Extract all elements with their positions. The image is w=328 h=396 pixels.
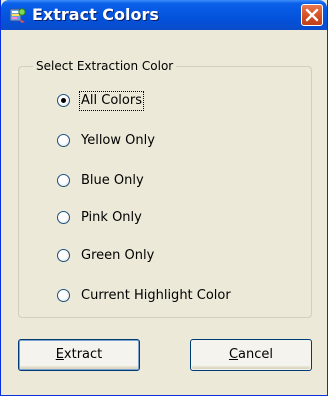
radio-button[interactable] — [57, 211, 70, 224]
radio-button[interactable] — [57, 289, 70, 302]
radio-button[interactable] — [57, 249, 70, 262]
radio-label[interactable]: All Colors — [79, 91, 144, 111]
dialog-window: Extract Colors Select Extraction Color A… — [0, 0, 328, 396]
extract-button[interactable]: Extract — [18, 339, 140, 371]
radio-button[interactable] — [57, 94, 70, 107]
group-legend: Select Extraction Color — [33, 59, 177, 73]
close-button[interactable] — [301, 4, 323, 26]
cancel-label: ancel — [238, 347, 274, 362]
radio-label[interactable]: Current Highlight Color — [80, 287, 232, 305]
radio-label[interactable]: Blue Only — [80, 172, 145, 190]
app-icon — [9, 8, 26, 23]
close-icon — [305, 8, 319, 22]
radio-label[interactable]: Green Only — [80, 247, 155, 265]
cancel-mnemonic: C — [228, 347, 239, 362]
window-title: Extract Colors — [32, 5, 159, 24]
extract-mnemonic: E — [55, 347, 64, 362]
extract-label: xtract — [63, 347, 103, 362]
radio-button[interactable] — [57, 134, 70, 147]
cancel-button[interactable]: Cancel — [190, 339, 312, 371]
radio-button[interactable] — [57, 174, 70, 187]
radio-label[interactable]: Pink Only — [80, 209, 143, 227]
title-bar[interactable]: Extract Colors — [1, 0, 327, 30]
radio-label[interactable]: Yellow Only — [80, 132, 156, 150]
